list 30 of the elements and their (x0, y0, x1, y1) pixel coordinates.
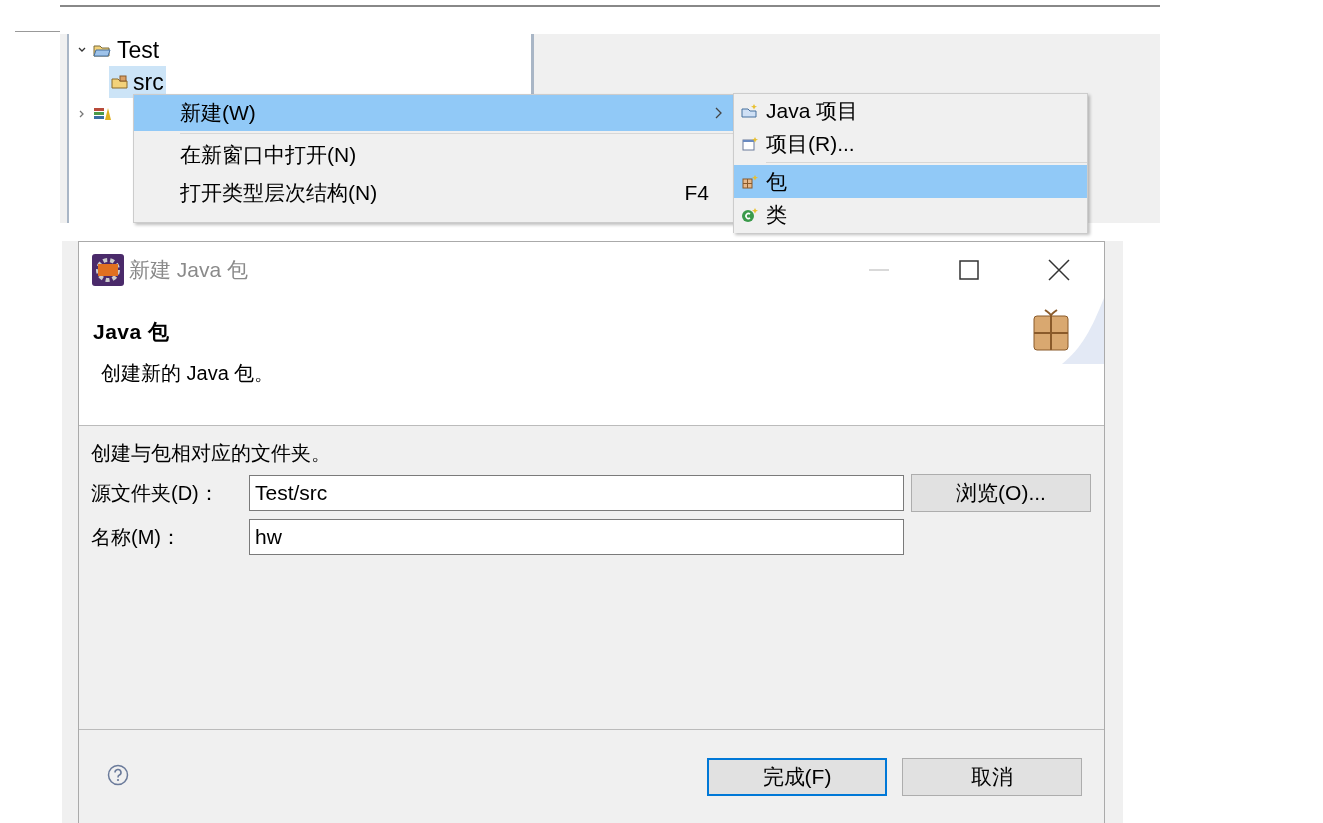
tree-item[interactable]: Test (117, 36, 160, 64)
page-heading: Java 包 (93, 319, 171, 345)
project-folder-icon (93, 42, 111, 58)
app-gear-icon (92, 254, 124, 286)
menu-item[interactable]: 打开类型层次结构(N) F4 (134, 174, 734, 212)
package-banner-icon (1032, 298, 1104, 364)
instructions-text: 创建与包相对应的文件夹。 (91, 441, 332, 466)
tree-item[interactable]: src (109, 66, 166, 98)
package-folder-icon (111, 74, 129, 90)
browse-button[interactable]: 浏览(O)... (911, 474, 1091, 512)
menu-item[interactable]: Java 项目 (734, 94, 1087, 127)
window-title: 新建 Java 包 (129, 257, 250, 283)
dialog-button[interactable]: 完成(F) (707, 758, 887, 796)
input-field[interactable]: hw (249, 519, 904, 555)
library-icon (93, 106, 111, 122)
page-description: 创建新的 Java 包。 (100, 361, 276, 386)
menu-item[interactable]: 类 (734, 198, 1087, 231)
field-label: 名称(M)： (91, 524, 182, 550)
dialog-button[interactable]: 取消 (902, 758, 1082, 796)
menu-item[interactable]: 在新窗口中打开(N) (134, 136, 734, 174)
new-file-icon (741, 135, 759, 152)
new-project-icon (741, 102, 759, 119)
new-package-icon (741, 173, 759, 190)
menu-item[interactable]: 包 (734, 165, 1087, 198)
help-icon[interactable] (107, 764, 129, 786)
new-class-icon (741, 206, 759, 223)
menu-item[interactable]: 新建(W) (134, 95, 734, 131)
field-label: 源文件夹(D)： (91, 480, 220, 506)
menu-item[interactable]: 项目(R)... (734, 127, 1087, 160)
input-field[interactable]: Test/src (249, 475, 904, 511)
